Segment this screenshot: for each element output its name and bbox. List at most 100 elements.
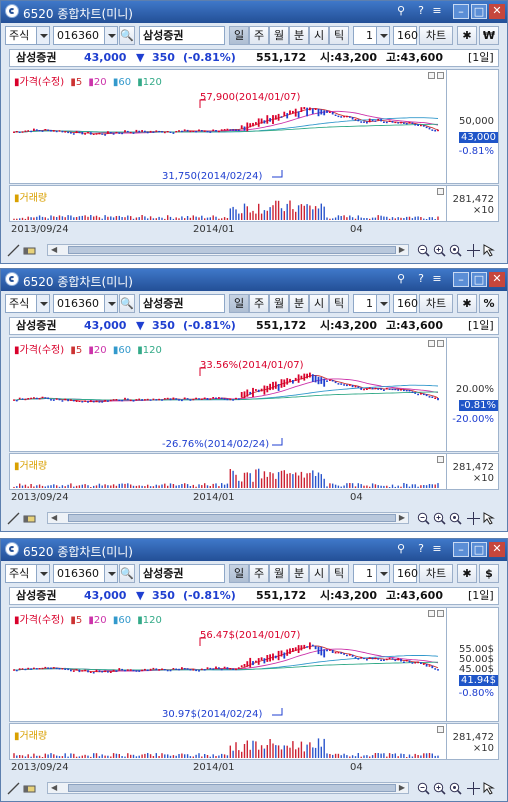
- zoom-out-icon[interactable]: [417, 782, 430, 795]
- help-icon[interactable]: ?: [413, 4, 429, 19]
- market-dropdown-icon[interactable]: [36, 26, 50, 45]
- minimize-button[interactable]: –: [453, 4, 469, 19]
- zoom-in-icon[interactable]: [433, 782, 446, 795]
- code-dropdown-icon[interactable]: [104, 26, 118, 45]
- close-button[interactable]: ✕: [489, 542, 505, 557]
- scroll-left-icon[interactable]: ◀: [51, 245, 57, 254]
- count-input[interactable]: 160: [393, 294, 418, 313]
- search-icon[interactable]: 🔍: [119, 294, 135, 313]
- tab-period[interactable]: 일: [229, 564, 249, 583]
- tab-period[interactable]: 주: [249, 294, 269, 313]
- title-bar[interactable]: 6520 종합차트(미니) ⚲ ? ≡ – □ ✕: [1, 269, 507, 291]
- tab-period[interactable]: 틱: [329, 294, 349, 313]
- scroll-right-icon[interactable]: ▶: [399, 513, 405, 522]
- eraser-icon[interactable]: [23, 512, 36, 525]
- chart-scrollbar[interactable]: ◀ ▶: [47, 782, 409, 794]
- code-dropdown-icon[interactable]: [104, 294, 118, 313]
- scroll-right-icon[interactable]: ▶: [399, 245, 405, 254]
- tab-period[interactable]: 일: [229, 26, 249, 45]
- chart-scrollbar[interactable]: ◀ ▶: [47, 244, 409, 256]
- zoom-out-icon[interactable]: [417, 244, 430, 257]
- settings-gear-icon[interactable]: ✱: [457, 564, 477, 583]
- zoom-reset-icon[interactable]: [449, 782, 462, 795]
- market-select[interactable]: 주식: [5, 294, 37, 313]
- tab-period[interactable]: 월: [269, 26, 289, 45]
- tab-period[interactable]: 월: [269, 564, 289, 583]
- stock-code-input[interactable]: 016360: [53, 294, 105, 313]
- maximize-button[interactable]: □: [471, 4, 487, 19]
- tab-period[interactable]: 틱: [329, 26, 349, 45]
- price-chart-panel[interactable]: ▮가격(수정) ▮5 ▮20 ▮60 ▮120 56.47$(2014/01/0…: [9, 607, 447, 722]
- scroll-left-icon[interactable]: ◀: [51, 513, 57, 522]
- pointer-icon[interactable]: [483, 244, 496, 257]
- chart-button[interactable]: 차트: [419, 26, 453, 45]
- search-icon[interactable]: 🔍: [119, 564, 135, 583]
- minimize-button[interactable]: –: [453, 542, 469, 557]
- tab-period[interactable]: 시: [309, 294, 329, 313]
- settings-gear-icon[interactable]: ✱: [457, 294, 477, 313]
- interval-input[interactable]: 1: [353, 294, 377, 313]
- zoom-out-icon[interactable]: [417, 512, 430, 525]
- draw-line-icon[interactable]: [7, 512, 20, 525]
- zoom-reset-icon[interactable]: [449, 512, 462, 525]
- unit-toggle-button[interactable]: ₩: [479, 26, 499, 45]
- stock-code-input[interactable]: 016360: [53, 26, 105, 45]
- interval-input[interactable]: 1: [353, 564, 377, 583]
- interval-dropdown-icon[interactable]: [376, 26, 390, 45]
- help-icon[interactable]: ?: [413, 272, 429, 287]
- interval-dropdown-icon[interactable]: [376, 294, 390, 313]
- menu-icon[interactable]: ≡: [429, 272, 445, 287]
- crosshair-icon[interactable]: [467, 244, 480, 257]
- pin-icon[interactable]: ⚲: [393, 4, 409, 19]
- scroll-left-icon[interactable]: ◀: [51, 783, 57, 792]
- zoom-in-icon[interactable]: [433, 512, 446, 525]
- crosshair-icon[interactable]: [467, 512, 480, 525]
- code-dropdown-icon[interactable]: [104, 564, 118, 583]
- title-bar[interactable]: 6520 종합차트(미니) ⚲ ? ≡ – □ ✕: [1, 1, 507, 23]
- settings-gear-icon[interactable]: ✱: [457, 26, 477, 45]
- zoom-in-icon[interactable]: [433, 244, 446, 257]
- tab-period[interactable]: 월: [269, 294, 289, 313]
- pointer-icon[interactable]: [483, 782, 496, 795]
- menu-icon[interactable]: ≡: [429, 4, 445, 19]
- tab-period[interactable]: 주: [249, 26, 269, 45]
- draw-line-icon[interactable]: [7, 782, 20, 795]
- market-dropdown-icon[interactable]: [36, 294, 50, 313]
- interval-input[interactable]: 1: [353, 26, 377, 45]
- zoom-reset-icon[interactable]: [449, 244, 462, 257]
- tab-period[interactable]: 일: [229, 294, 249, 313]
- title-bar[interactable]: 6520 종합차트(미니) ⚲ ? ≡ – □ ✕: [1, 539, 507, 561]
- unit-toggle-button[interactable]: $: [479, 564, 499, 583]
- unit-toggle-button[interactable]: %: [479, 294, 499, 313]
- close-button[interactable]: ✕: [489, 4, 505, 19]
- count-input[interactable]: 160: [393, 26, 418, 45]
- pin-icon[interactable]: ⚲: [393, 272, 409, 287]
- chart-button[interactable]: 차트: [419, 294, 453, 313]
- help-icon[interactable]: ?: [413, 542, 429, 557]
- market-select[interactable]: 주식: [5, 564, 37, 583]
- tab-period[interactable]: 분: [289, 564, 309, 583]
- market-dropdown-icon[interactable]: [36, 564, 50, 583]
- tab-period[interactable]: 주: [249, 564, 269, 583]
- scroll-right-icon[interactable]: ▶: [399, 783, 405, 792]
- volume-panel[interactable]: ▮거래량: [9, 185, 447, 222]
- pin-icon[interactable]: ⚲: [393, 542, 409, 557]
- count-input[interactable]: 160: [393, 564, 418, 583]
- maximize-button[interactable]: □: [471, 542, 487, 557]
- menu-icon[interactable]: ≡: [429, 542, 445, 557]
- close-button[interactable]: ✕: [489, 272, 505, 287]
- scroll-thumb[interactable]: [68, 246, 396, 254]
- scroll-thumb[interactable]: [68, 514, 396, 522]
- price-chart-panel[interactable]: ▮가격(수정) ▮5 ▮20 ▮60 ▮120 57,900(2014/01/0…: [9, 69, 447, 184]
- tab-period[interactable]: 분: [289, 26, 309, 45]
- chart-scrollbar[interactable]: ◀ ▶: [47, 512, 409, 524]
- tab-period[interactable]: 틱: [329, 564, 349, 583]
- maximize-button[interactable]: □: [471, 272, 487, 287]
- crosshair-icon[interactable]: [467, 782, 480, 795]
- draw-line-icon[interactable]: [7, 244, 20, 257]
- volume-panel[interactable]: ▮거래량: [9, 453, 447, 490]
- stock-code-input[interactable]: 016360: [53, 564, 105, 583]
- scroll-thumb[interactable]: [68, 784, 396, 792]
- market-select[interactable]: 주식: [5, 26, 37, 45]
- pointer-icon[interactable]: [483, 512, 496, 525]
